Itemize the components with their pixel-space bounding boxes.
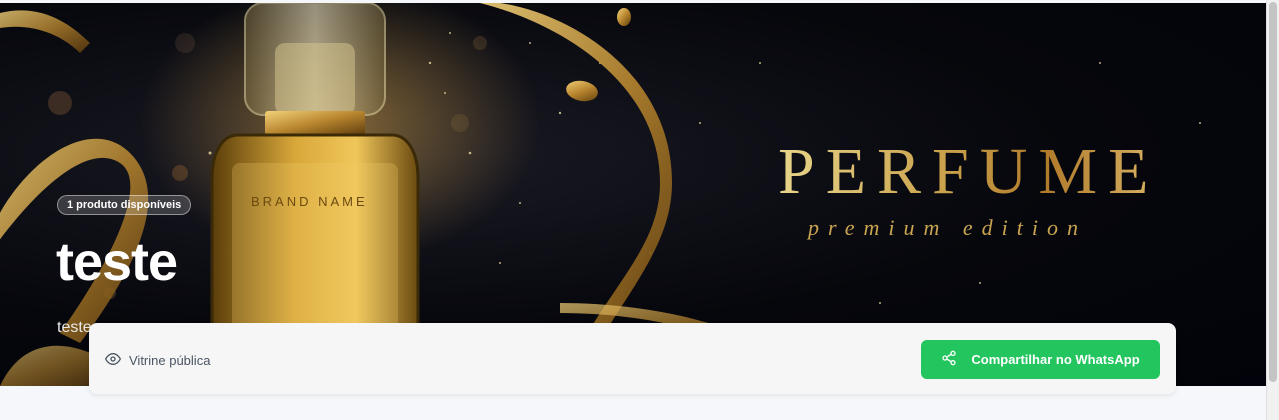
store-action-panel: Vitrine pública Compartilhar no WhatsApp xyxy=(89,323,1176,394)
banner-perfume-word: PERFUME xyxy=(778,135,1160,208)
visibility-label: Vitrine pública xyxy=(129,353,211,368)
store-title: teste xyxy=(56,232,178,292)
share-button-label: Compartilhar no WhatsApp xyxy=(971,352,1140,367)
share-icon xyxy=(941,350,957,369)
scrollbar-thumb[interactable] xyxy=(1269,2,1277,382)
visibility-indicator: Vitrine pública xyxy=(105,351,210,370)
store-subtitle: teste xyxy=(57,319,92,336)
share-whatsapp-button[interactable]: Compartilhar no WhatsApp xyxy=(921,340,1160,379)
bottle-brand-label: BRAND NAME xyxy=(251,194,368,209)
product-count-badge: 1 produto disponíveis xyxy=(57,195,192,215)
eye-icon xyxy=(105,351,121,370)
banner-tagline: premium edition xyxy=(808,215,1087,240)
page-scrollbar[interactable] xyxy=(1266,0,1279,420)
